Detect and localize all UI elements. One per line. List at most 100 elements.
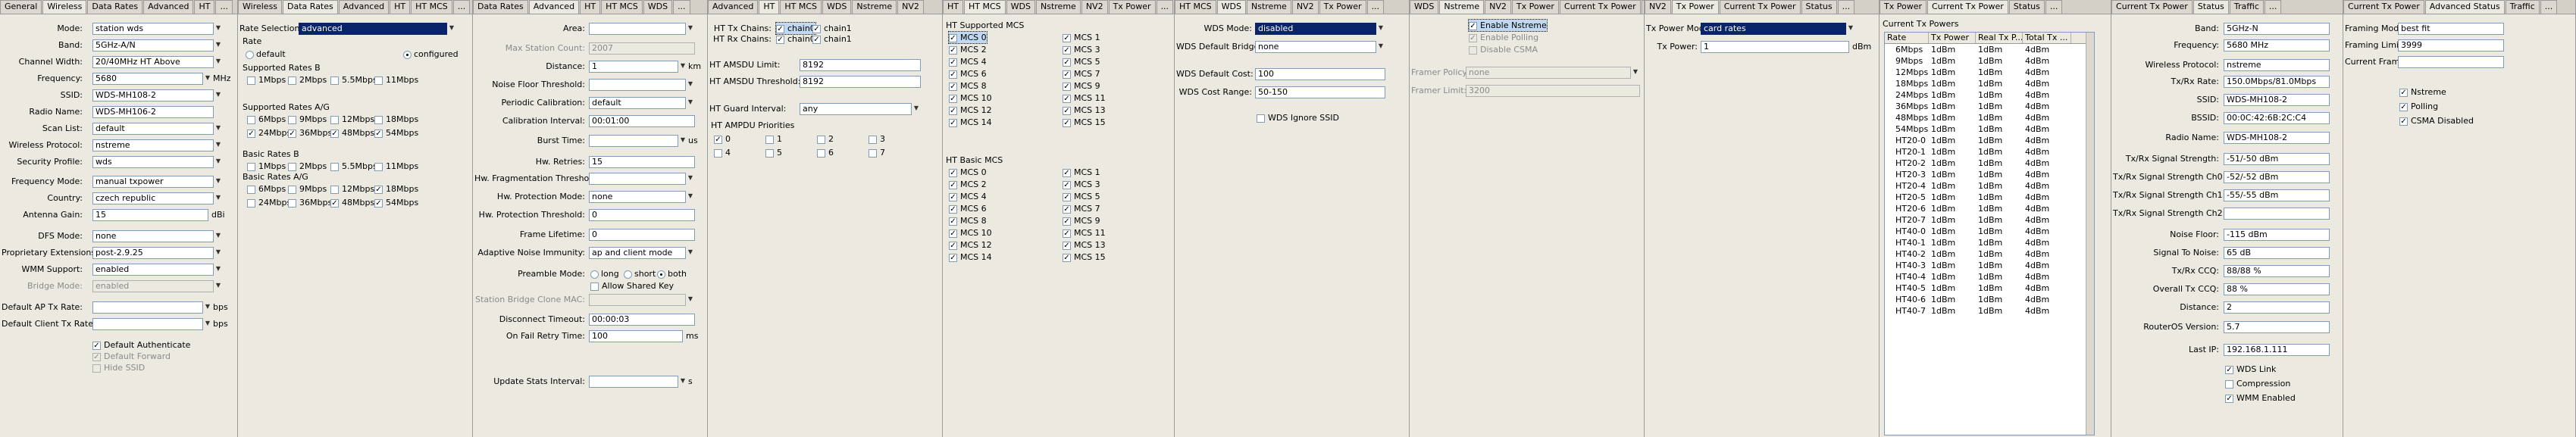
checkbox-supported-mcs-1[interactable]: ✓ MCS 1 bbox=[1063, 32, 1100, 43]
tab-traffic[interactable]: Traffic bbox=[2229, 0, 2264, 14]
checkbox-box[interactable]: ✓ bbox=[374, 198, 383, 208]
column-header[interactable]: Real Tx P... bbox=[1976, 33, 2023, 43]
tab-wds[interactable]: WDS bbox=[822, 0, 852, 14]
checkbox-box[interactable]: ✓ bbox=[330, 198, 339, 208]
radio-name-value[interactable]: WDS-MH108-2 bbox=[2224, 132, 2330, 144]
overall-tx-ccq-value[interactable]: 88 % bbox=[2224, 283, 2330, 295]
tab-nstreme[interactable]: Nstreme bbox=[1036, 0, 1081, 14]
column-header[interactable]: Total Tx ... bbox=[2023, 33, 2071, 43]
current-frame-size-value[interactable] bbox=[2398, 56, 2504, 68]
checkbox-box[interactable]: ✓ bbox=[1063, 180, 1071, 189]
checkbox-supported-mcs-15[interactable]: ✓ MCS 15 bbox=[1063, 117, 1106, 128]
checkbox-box[interactable]: ✓ bbox=[812, 35, 821, 44]
checkbox-csma-disabled[interactable]: ✓ CSMA Disabled bbox=[2399, 115, 2474, 126]
radio-preamble-long[interactable]: long bbox=[590, 268, 619, 279]
column-header[interactable]: Tx Power bbox=[1929, 33, 1976, 43]
chevron-down-icon[interactable]: ▼ bbox=[204, 301, 211, 314]
tab-wireless[interactable]: Wireless bbox=[238, 0, 283, 14]
chevron-down-icon[interactable]: ▼ bbox=[214, 192, 222, 204]
checkbox-box[interactable]: ✓ bbox=[1063, 70, 1071, 79]
checkbox-box[interactable]: ✓ bbox=[949, 118, 957, 127]
chevron-down-icon[interactable]: ▼ bbox=[679, 376, 687, 388]
checkbox-ampdu-priority-7[interactable]: 7 bbox=[869, 147, 885, 158]
checkbox-box[interactable] bbox=[374, 162, 383, 171]
tab-more[interactable]: ... bbox=[1366, 0, 1385, 14]
frequency-field[interactable]: 5680 bbox=[92, 73, 203, 85]
radio-default[interactable]: default bbox=[246, 48, 286, 60]
checkbox-box[interactable]: ✓ bbox=[288, 129, 296, 138]
area-field[interactable] bbox=[589, 23, 686, 35]
ssid-value[interactable]: WDS-MH108-2 bbox=[2224, 94, 2330, 106]
tab-status[interactable]: Status bbox=[1801, 0, 1837, 14]
checkbox-basic-mcs-1[interactable]: ✓ MCS 1 bbox=[1063, 167, 1100, 178]
adaptive-noise-immunity-field[interactable]: ap and client mode bbox=[589, 247, 686, 259]
last-ip-value[interactable]: 192.168.1.111 bbox=[2224, 344, 2330, 356]
chevron-down-icon[interactable]: ▼ bbox=[214, 247, 222, 259]
tab-wds[interactable]: WDS bbox=[1410, 0, 1439, 14]
tab-more[interactable]: ... bbox=[1641, 0, 1644, 14]
tx-rx-signal-strength-ch0-value[interactable]: -52/-52 dBm bbox=[2224, 171, 2330, 183]
ht-amsdu-limit-field[interactable]: 8192 bbox=[800, 59, 921, 71]
tab-wds[interactable]: WDS bbox=[643, 0, 673, 14]
checkbox-supported-rates-b-11mbps[interactable]: 11Mbps bbox=[374, 74, 418, 86]
table-row[interactable]: HT20-3 1dBm 1dBm 4dBm bbox=[1885, 169, 2094, 180]
tab-more[interactable]: ... bbox=[2540, 0, 2558, 14]
checkbox-box[interactable]: ✓ bbox=[1063, 33, 1071, 42]
checkbox-box[interactable] bbox=[288, 162, 296, 171]
checkbox-supported-rates-a-g-24mbps[interactable]: ✓ 24Mbps bbox=[247, 127, 291, 139]
table-row[interactable]: 9Mbps 1dBm 1dBm 4dBm bbox=[1885, 55, 2094, 67]
radio-dot[interactable] bbox=[590, 270, 599, 279]
security-profile-field[interactable]: wds bbox=[92, 156, 214, 168]
tab-tx-power[interactable]: Tx Power bbox=[1671, 0, 1719, 14]
checkbox-box[interactable] bbox=[869, 135, 877, 144]
checkbox-supported-mcs-3[interactable]: ✓ MCS 3 bbox=[1063, 44, 1100, 55]
checkbox-box[interactable] bbox=[288, 115, 296, 124]
tab-nv2[interactable]: NV2 bbox=[897, 0, 924, 14]
tx-power-list[interactable]: Rate Tx Power Real Tx P... Total Tx ... 6Mbp… bbox=[1884, 32, 2095, 435]
proprietary-extensions-field[interactable]: post-2.9.25 bbox=[92, 247, 214, 259]
tab-ht[interactable]: HT bbox=[759, 0, 780, 14]
tab-status[interactable]: Status bbox=[2193, 0, 2229, 14]
table-row[interactable]: HT40-4 1dBm 1dBm 4dBm bbox=[1885, 271, 2094, 282]
checkbox-basic-rates-a-g-9mbps[interactable]: 9Mbps bbox=[288, 183, 327, 195]
checkbox-box[interactable]: ✓ bbox=[949, 217, 957, 226]
chevron-down-icon[interactable]: ▼ bbox=[687, 79, 694, 91]
checkbox-basic-rates-a-g-6mbps[interactable]: 6Mbps bbox=[247, 183, 286, 195]
hw-fragmentation-threshold-field[interactable] bbox=[589, 173, 686, 185]
table-row[interactable]: HT20-1 1dBm 1dBm 4dBm bbox=[1885, 146, 2094, 158]
tab-traffic[interactable]: Traffic bbox=[2505, 0, 2540, 14]
checkbox-wds-ignore-ssid[interactable]: WDS Ignore SSID bbox=[1257, 112, 1339, 123]
table-row[interactable]: HT20-5 1dBm 1dBm 4dBm bbox=[1885, 192, 2094, 203]
checkbox-box[interactable]: ✓ bbox=[1063, 253, 1071, 262]
checkbox-box[interactable]: ✓ bbox=[776, 35, 784, 44]
channel-width-field[interactable]: 20/40MHz HT Above bbox=[92, 56, 214, 68]
tab-more[interactable]: ... bbox=[215, 0, 233, 14]
tab-current-tx-power[interactable]: Current Tx Power bbox=[1559, 0, 1641, 14]
checkbox-supported-rates-a-g-18mbps[interactable]: 18Mbps bbox=[374, 114, 418, 125]
checkbox-box[interactable]: ✓ bbox=[1063, 168, 1071, 177]
checkbox-box[interactable] bbox=[247, 76, 255, 85]
chevron-down-icon[interactable]: ▼ bbox=[679, 135, 687, 147]
table-row[interactable]: HT40-3 1dBm 1dBm 4dBm bbox=[1885, 260, 2094, 271]
checkbox-basic-mcs-15[interactable]: ✓ MCS 15 bbox=[1063, 251, 1106, 263]
checkbox-enable-nstreme[interactable]: ✓ Enable Nstreme bbox=[1468, 19, 1548, 32]
checkbox-box[interactable] bbox=[374, 76, 383, 85]
checkbox-box[interactable]: ✓ bbox=[949, 180, 957, 189]
column-header[interactable]: Rate bbox=[1885, 33, 1929, 43]
distance-value[interactable]: 2 bbox=[2224, 301, 2330, 314]
checkbox-box[interactable]: ✓ bbox=[949, 204, 957, 214]
checkbox-box[interactable] bbox=[765, 148, 774, 158]
checkbox-box[interactable]: ✓ bbox=[1469, 21, 1477, 30]
checkbox-ampdu-priority-3[interactable]: 3 bbox=[869, 133, 885, 145]
checkbox-supported-rates-a-g-48mbps[interactable]: ✓ 48Mbps bbox=[330, 127, 374, 139]
checkbox-box[interactable]: ✓ bbox=[374, 185, 383, 194]
checkbox-ampdu-priority-2[interactable]: 2 bbox=[817, 133, 834, 145]
chevron-down-icon[interactable]: ▼ bbox=[1377, 23, 1385, 35]
checkbox-basic-mcs-0[interactable]: ✓ MCS 0 bbox=[949, 167, 987, 178]
checkbox-box[interactable] bbox=[330, 185, 339, 194]
default-client-tx-rate-field[interactable] bbox=[92, 318, 203, 330]
checkbox-compression[interactable]: Compression bbox=[2225, 378, 2290, 389]
checkbox-polling[interactable]: ✓ Polling bbox=[2399, 101, 2438, 112]
checkbox-box[interactable] bbox=[817, 135, 825, 144]
chevron-down-icon[interactable]: ▼ bbox=[687, 191, 694, 203]
